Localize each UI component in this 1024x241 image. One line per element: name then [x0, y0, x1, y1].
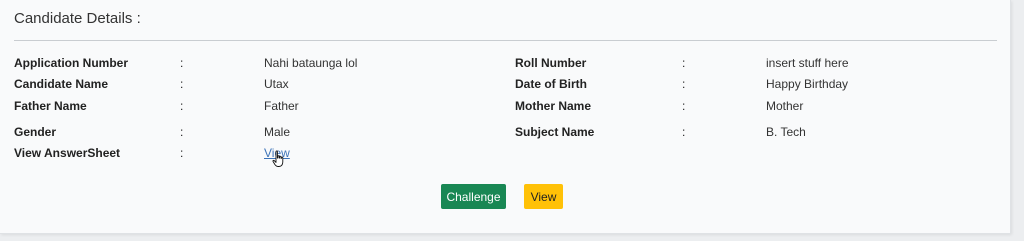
mother-name-label: Mother Name	[515, 99, 592, 113]
card-title: Candidate Details :	[14, 10, 141, 27]
father-name-label: Father Name	[14, 99, 87, 113]
colon: :	[682, 77, 686, 91]
colon: :	[180, 77, 184, 91]
roll-number-label: Roll Number	[515, 56, 587, 70]
colon: :	[180, 99, 184, 113]
candidate-name-label: Candidate Name	[14, 77, 109, 91]
mother-name-value: Mother	[766, 99, 804, 113]
divider	[14, 40, 997, 41]
application-number-value: Nahi bataunga lol	[264, 56, 358, 70]
colon: :	[682, 99, 686, 113]
hand-pointer-icon	[272, 150, 284, 167]
date-of-birth-label: Date of Birth	[515, 77, 587, 91]
view-button[interactable]: View	[524, 184, 563, 209]
candidate-details-card: Candidate Details : Application Number :…	[0, 0, 1011, 234]
subject-name-value: B. Tech	[766, 125, 806, 139]
candidate-name-value: Utax	[264, 77, 289, 91]
challenge-button[interactable]: Challenge	[441, 184, 506, 209]
colon: :	[682, 125, 686, 139]
date-of-birth-value: Happy Birthday	[766, 77, 849, 91]
father-name-value: Father	[264, 99, 299, 113]
application-number-label: Application Number	[14, 56, 129, 70]
roll-number-value: insert stuff here	[766, 56, 849, 70]
colon: :	[682, 56, 686, 70]
subject-name-label: Subject Name	[515, 125, 595, 139]
colon: :	[180, 125, 184, 139]
gender-value: Male	[264, 125, 291, 139]
colon: :	[180, 146, 184, 160]
view-answersheet-label: View AnswerSheet	[14, 146, 121, 160]
colon: :	[180, 56, 184, 70]
gender-label: Gender	[14, 125, 57, 139]
